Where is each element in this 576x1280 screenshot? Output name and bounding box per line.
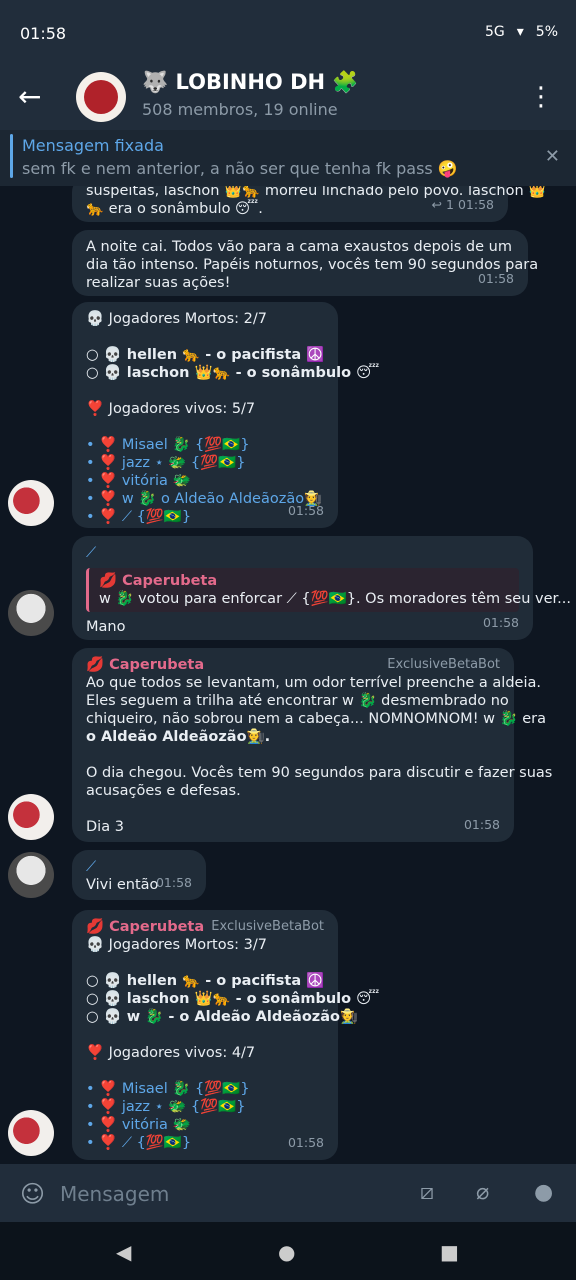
attach-icon[interactable]: ⌀ bbox=[476, 1180, 489, 1205]
message-text: Ao que todos se levantam, um odor terrív… bbox=[86, 675, 541, 691]
status-bar: 01:58 5G ▾ 5% bbox=[0, 0, 576, 64]
avatar[interactable] bbox=[8, 794, 54, 840]
bot-command-icon[interactable]: ⧄ bbox=[420, 1180, 434, 1205]
message-text: A noite cai. Todos vão para a cama exaus… bbox=[86, 239, 512, 255]
message-text: 💀 Jogadores Mortos: 2/7 bbox=[86, 311, 267, 327]
message-input[interactable]: Mensagem bbox=[60, 1182, 169, 1206]
more-menu-icon[interactable]: ⋮ bbox=[528, 82, 554, 112]
status-icons: 5G ▾ 5% bbox=[485, 24, 558, 40]
message-input-bar: ☺ Mensagem ⧄ ⌀ ● bbox=[0, 1164, 576, 1222]
message-time: 01:58 bbox=[482, 615, 519, 630]
message-text: Eles seguem a trilha até encontrar w 🐉 d… bbox=[86, 693, 509, 709]
pinned-title: Mensagem fixada bbox=[22, 136, 164, 155]
message-meta: ↩ 1 01:58 bbox=[431, 197, 494, 212]
group-avatar[interactable] bbox=[76, 72, 126, 122]
wolf-logo-icon bbox=[84, 80, 118, 114]
message-text: realizar suas ações! bbox=[86, 275, 231, 291]
system-navigation-bar: ◀ ● ■ bbox=[0, 1222, 576, 1280]
message-time: 01:58 bbox=[463, 817, 500, 832]
quote-text: w 🐉 votou para enforcar ⟋ {💯🇧🇷}. Os mora… bbox=[99, 591, 571, 607]
message-time: 01:58 bbox=[155, 875, 192, 890]
back-arrow-icon[interactable]: ← bbox=[18, 80, 41, 113]
message-text: 💀 Jogadores Mortos: 3/7 bbox=[86, 937, 267, 953]
wifi-icon: ▾ bbox=[516, 24, 524, 40]
message-text: ○ 💀 w 🐉 - o Aldeão Aldeãozão🧑‍🌾 bbox=[86, 1009, 359, 1025]
message-text: ○ 💀 laschon 👑🐆 - o sonâmbulo 😴 bbox=[86, 991, 380, 1007]
player-mention[interactable]: • ❣️ Misael 🐉 {💯🇧🇷} bbox=[86, 436, 324, 454]
message-bubble[interactable]: suspeitas, laschon 👑🐆 morreu linchado pe… bbox=[72, 186, 546, 222]
reply-quote[interactable]: 💋 Caperubeta w 🐉 votou para enforcar ⟋ {… bbox=[86, 568, 571, 612]
message-time: 01:58 bbox=[287, 1135, 324, 1150]
message-text: chiqueiro, não sobrou nem a cabeça... NO… bbox=[86, 711, 547, 727]
message-bubble[interactable]: ⟋ Vivi então 01:58 bbox=[72, 850, 206, 900]
emoji-icon[interactable]: ☺ bbox=[20, 1180, 45, 1208]
pinned-message-bar[interactable]: Mensagem fixada sem fk e nem anterior, a… bbox=[0, 130, 576, 186]
group-subtitle: 508 membros, 19 online bbox=[142, 100, 338, 119]
message-text: ❣️ Jogadores vivos: 5/7 bbox=[86, 401, 256, 417]
network-label: 5G bbox=[484, 24, 505, 40]
message-bubble[interactable]: ⟋ 💋 Caperubeta w 🐉 votou para enforcar ⟋… bbox=[72, 536, 571, 640]
message-text: acusações e defesas. bbox=[86, 783, 241, 799]
avatar[interactable] bbox=[8, 852, 54, 898]
status-time: 01:58 bbox=[20, 24, 67, 43]
player-mention[interactable]: • ❣️ vitória 🐲 bbox=[86, 472, 324, 490]
message-time: 01:58 bbox=[287, 503, 324, 518]
message-text: Mano bbox=[86, 619, 126, 635]
message-time: 01:58 bbox=[477, 271, 514, 286]
battery-label: 5% bbox=[535, 24, 558, 40]
nav-recents-icon[interactable]: ■ bbox=[440, 1240, 459, 1264]
message-text: o Aldeão Aldeãozão🧑‍🌾. bbox=[86, 729, 271, 745]
message-text: ○ 💀 hellen 🐆 - o pacifista ☮️ bbox=[86, 973, 325, 989]
nav-back-icon[interactable]: ◀ bbox=[116, 1240, 131, 1264]
nav-home-icon[interactable]: ● bbox=[278, 1240, 295, 1264]
sender-name[interactable]: ⟋ bbox=[86, 544, 519, 562]
message-text: ❣️ Jogadores vivos: 4/7 bbox=[86, 1045, 256, 1061]
message-text: Dia 3 bbox=[86, 819, 124, 835]
pinned-indicator bbox=[10, 134, 13, 178]
player-mention[interactable]: • ❣️ vitória 🐲 bbox=[86, 1116, 324, 1134]
message-bubble[interactable]: 💀 Jogadores Mortos: 2/7 ○ 💀 hellen 🐆 - o… bbox=[72, 302, 380, 528]
group-title[interactable]: 🐺 LOBINHO DH 🧩 bbox=[142, 70, 359, 95]
chat-header: ← 🐺 LOBINHO DH 🧩 508 membros, 19 online … bbox=[0, 64, 576, 130]
microphone-icon[interactable]: ● bbox=[534, 1180, 553, 1205]
quote-sender: 💋 Caperubeta bbox=[99, 573, 218, 589]
avatar[interactable] bbox=[8, 480, 54, 526]
via-bot-label: ExclusiveBetaBot bbox=[387, 657, 500, 672]
message-text: ○ 💀 laschon 👑🐆 - o sonâmbulo 😴 bbox=[86, 365, 380, 381]
pin-list-icon[interactable]: ✕ bbox=[545, 146, 560, 167]
avatar[interactable] bbox=[8, 590, 54, 636]
message-text: dia tão intenso. Papéis noturnos, vocês … bbox=[86, 257, 539, 273]
message-bubble[interactable]: 💋 Caperubeta ExclusiveBetaBot Ao que tod… bbox=[72, 648, 553, 842]
player-mention[interactable]: • ❣️ Misael 🐉 {💯🇧🇷} bbox=[86, 1080, 324, 1098]
message-bubble[interactable]: 💋 Caperubeta ExclusiveBetaBot 💀 Jogadore… bbox=[72, 910, 380, 1160]
message-text: O dia chegou. Vocês tem 90 segundos para… bbox=[86, 765, 553, 781]
message-bubble[interactable]: A noite cai. Todos vão para a cama exaus… bbox=[72, 230, 539, 296]
message-text: ○ 💀 hellen 🐆 - o pacifista ☮️ bbox=[86, 347, 325, 363]
avatar[interactable] bbox=[8, 1110, 54, 1156]
pinned-text: sem fk e nem anterior, a não ser que ten… bbox=[22, 159, 458, 178]
player-mention[interactable]: • ❣️ jazz ⋆ 🐲 {💯🇧🇷} bbox=[86, 454, 324, 472]
via-bot-label: ExclusiveBetaBot bbox=[211, 919, 324, 934]
player-mention[interactable]: • ❣️ jazz ⋆ 🐲 {💯🇧🇷} bbox=[86, 1098, 324, 1116]
chat-history[interactable]: suspeitas, laschon 👑🐆 morreu linchado pe… bbox=[0, 186, 576, 1162]
